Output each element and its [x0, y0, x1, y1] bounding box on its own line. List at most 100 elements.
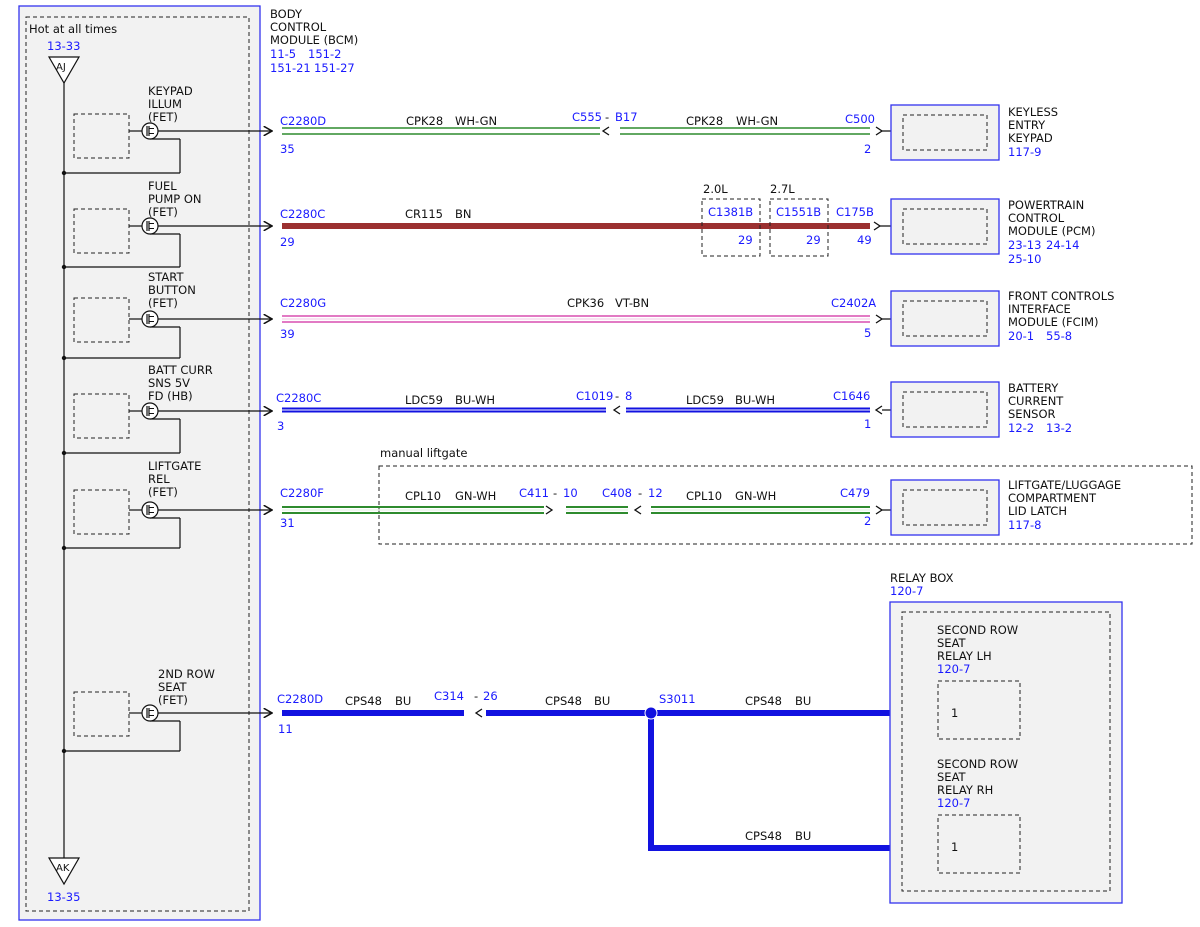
- component-ref: 25-10: [1008, 252, 1041, 266]
- wire-color: BU-WH: [455, 393, 495, 407]
- bcm-ref: 151-21: [270, 61, 311, 75]
- connector-id: C175B: [836, 205, 874, 219]
- bcm-top-ref: 13-33: [47, 39, 80, 53]
- inline-pin: 12: [648, 486, 663, 500]
- bcm-ref: 151-2: [308, 47, 341, 61]
- transistor-icon: [141, 217, 159, 235]
- connector-id: C2280D: [277, 692, 323, 706]
- component-liftgate-latch: LIFTGATE/LUGGAGE COMPARTMENT LID LATCH 1…: [890, 478, 1121, 536]
- connector-id: C2280C: [276, 391, 321, 405]
- component-label: FRONT CONTROLS: [1008, 289, 1114, 303]
- connector-id: C2280D: [280, 114, 326, 128]
- wire-color: GN-WH: [735, 489, 776, 503]
- component-fcim: FRONT CONTROLS INTERFACE MODULE (FCIM) 2…: [890, 289, 1114, 347]
- wire-color: BU: [795, 694, 811, 708]
- circuit-battery: C2280C 3 LDC59 BU-WH C1019 - 8 LDC59 BU-…: [276, 389, 905, 433]
- connector-id: C1551B: [776, 205, 821, 219]
- wire-id: LDC59: [405, 393, 443, 407]
- transistor-icon: [141, 122, 159, 140]
- splice-id: S3011: [659, 692, 696, 706]
- transistor-icon: [141, 704, 159, 722]
- connector-arrow-icon: [875, 314, 884, 324]
- fet-label: (FET): [148, 110, 178, 124]
- component-outline: [890, 198, 1000, 255]
- circuit-fcim: C2280G 39 CPK36 VT-BN C2402A 5: [280, 296, 905, 341]
- pin-number: 29: [280, 235, 295, 249]
- connector-id: C2402A: [831, 296, 876, 310]
- bcm-outline: [18, 5, 261, 921]
- component-label: INTERFACE: [1008, 302, 1071, 316]
- variant-label: 2.0L: [703, 182, 728, 196]
- component-label: POWERTRAIN: [1008, 198, 1084, 212]
- wiring-diagram: Hot at all times 13-33 AJ AK 13-35 BODY …: [18, 5, 1193, 921]
- connector-id: C2280G: [280, 296, 326, 310]
- pin-number: 49: [857, 233, 872, 247]
- fet-label: ILLUM: [148, 97, 182, 111]
- pin-number: 1: [864, 417, 871, 431]
- connector-arrow-icon: [875, 505, 884, 515]
- wire-color: BU-WH: [735, 393, 775, 407]
- wire-id: CPS48: [345, 694, 382, 708]
- fet-label: BATT CURR: [148, 363, 213, 377]
- inline-dash: -: [615, 389, 619, 403]
- connector-arrow-icon: [874, 405, 883, 415]
- component-label: COMPARTMENT: [1008, 491, 1097, 505]
- bcm-hot-label: Hot at all times: [29, 22, 117, 36]
- component-outline: [890, 104, 1000, 161]
- component-battery-sensor: BATTERY CURRENT SENSOR 12-2 13-2: [890, 381, 1072, 438]
- inline-dash: -: [474, 689, 478, 703]
- wire-color: WH-GN: [736, 114, 778, 128]
- component-label: CONTROL: [1008, 211, 1065, 225]
- connector-id: C1646: [833, 389, 870, 403]
- circuit-keypad: C2280D 35 CPK28 WH-GN C555 - B17 CPK28 W…: [280, 110, 905, 156]
- relay-label: SECOND ROW: [937, 757, 1018, 771]
- bcm-bottom-ref: 13-35: [47, 890, 80, 904]
- component-outline: [890, 479, 1000, 536]
- wire-id: CPS48: [545, 694, 582, 708]
- wire-color: WH-GN: [455, 114, 497, 128]
- component-outline: [890, 381, 1000, 438]
- wire-id: CPS48: [745, 829, 782, 843]
- pin-number: 2: [864, 514, 871, 528]
- circuit-seat: C2280D 11 CPS48 BU C314 - 26 CPS48 BU S3…: [277, 689, 938, 851]
- inline-dash: -: [605, 110, 609, 124]
- relay-label: SEAT: [937, 636, 967, 650]
- inline-connector-arrow-icon: [545, 505, 554, 515]
- component-ref: 12-2: [1008, 421, 1034, 435]
- inline-connector-arrow-icon: [601, 126, 610, 136]
- relay-label: RELAY RH: [937, 783, 993, 797]
- inline-dash: -: [553, 486, 557, 500]
- pin-number: 29: [738, 233, 753, 247]
- fet-label: FD (HB): [148, 389, 193, 403]
- pin-number: 5: [864, 326, 871, 340]
- fet-label: SEAT: [158, 680, 188, 694]
- bcm-title-line: MODULE (BCM): [270, 33, 358, 47]
- inline-pin: 10: [563, 486, 578, 500]
- component-keyless-keypad: KEYLESS ENTRY KEYPAD 117-9: [890, 104, 1058, 161]
- pin-number: 35: [280, 142, 295, 156]
- component-ref: 20-1: [1008, 329, 1034, 343]
- connector-arrow-icon: [873, 221, 882, 231]
- wire-id: CPK28: [406, 114, 443, 128]
- pin-number: 2: [864, 142, 871, 156]
- wire-color: BU: [795, 829, 811, 843]
- component-label: KEYPAD: [1008, 131, 1053, 145]
- pin-number: 29: [806, 233, 821, 247]
- relay-label: RELAY LH: [937, 649, 992, 663]
- bcm-title-line: BODY: [270, 7, 303, 21]
- wire-id: CPS48: [745, 694, 782, 708]
- inline-connector-arrow-icon: [612, 405, 621, 415]
- component-pcm: POWERTRAIN CONTROL MODULE (PCM) 23-13 24…: [890, 198, 1095, 266]
- inline-connector-id: C314: [434, 689, 464, 703]
- inline-connector-id: C1019: [576, 389, 613, 403]
- option-label: manual liftgate: [380, 446, 467, 460]
- component-label: MODULE (PCM): [1008, 224, 1095, 238]
- fet-label: (FET): [158, 693, 188, 707]
- relay-pin: 1: [951, 840, 958, 854]
- bcm-top-tag: AJ: [56, 62, 66, 73]
- wire-color: GN-WH: [455, 489, 496, 503]
- relay-ref: 120-7: [937, 662, 970, 676]
- component-ref: 117-9: [1008, 145, 1041, 159]
- pin-number: 3: [277, 419, 284, 433]
- component-label: SENSOR: [1008, 407, 1056, 421]
